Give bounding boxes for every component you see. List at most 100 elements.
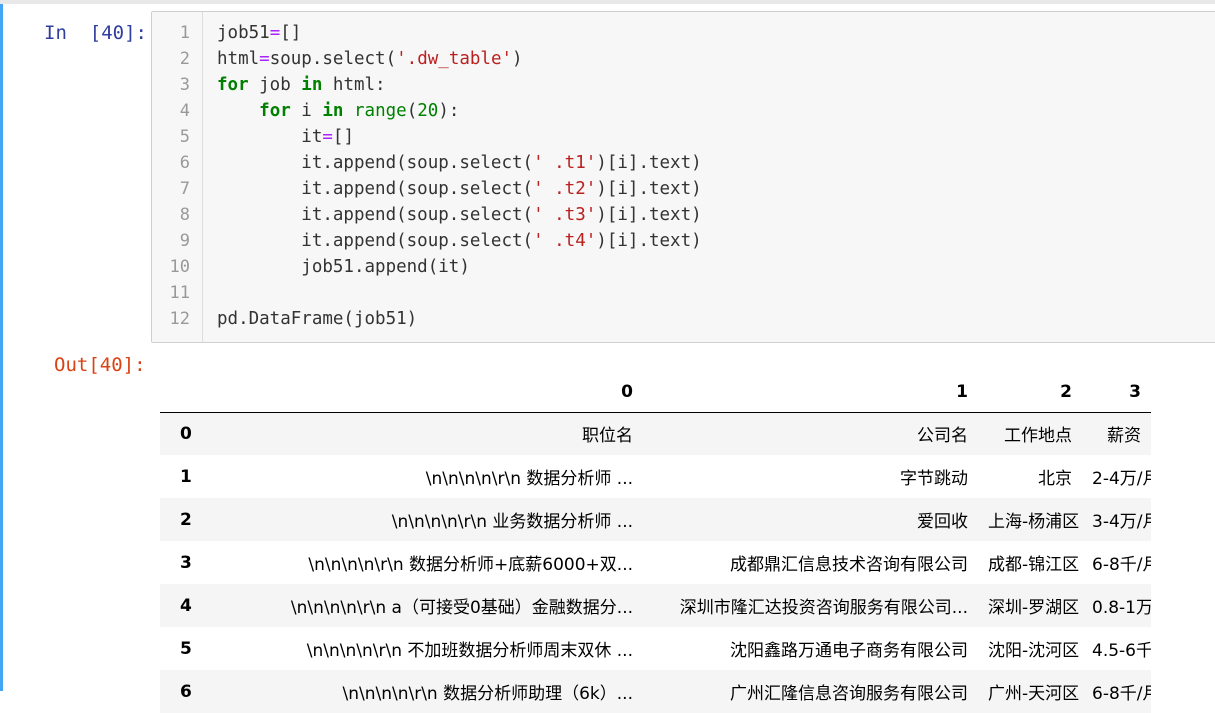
code-token: = xyxy=(269,23,281,43)
line-number: 12 xyxy=(169,309,190,329)
code-line-4: for i in range(20): xyxy=(217,101,459,121)
code-line-12: pd.DataFrame(job51) xyxy=(217,309,418,329)
table-cell: 成都鼎汇信息技术咨询有限公司 xyxy=(730,555,968,575)
table-cell: 工作地点 xyxy=(1004,426,1072,447)
table-cell: \n\n\n\n\r\n 数据分析师+底薪6000+双... xyxy=(308,555,633,575)
column-header: 2 xyxy=(978,372,1082,413)
code-line-3: for job in html: xyxy=(217,75,386,95)
code-token: ): xyxy=(438,101,460,121)
line-number: 6 xyxy=(179,153,190,173)
code-token: job51 xyxy=(217,23,270,43)
code-token: '.dw_table' xyxy=(396,49,513,69)
line-number: 5 xyxy=(179,127,190,147)
table-cell: 0.8-1万/月 xyxy=(1092,598,1151,618)
line-number: 11 xyxy=(169,283,190,303)
table-cell: 爱回收 xyxy=(917,512,968,532)
table-row: 5 \n\n\n\n\r\n 不加班数据分析师周末双休 ... 沈阳鑫路万通电子… xyxy=(160,627,1151,670)
input-prompt: In [40]: xyxy=(44,22,147,44)
line-number: 7 xyxy=(179,179,190,199)
code-token: )[i].text) xyxy=(596,153,702,173)
table-cell: 深圳-罗湖区 xyxy=(988,598,1080,618)
code-token: in xyxy=(301,75,323,95)
code-token: it.append(soup.select( xyxy=(217,153,534,173)
code-line-1: job51=[] xyxy=(217,23,301,43)
code-token: ' .t3' xyxy=(533,205,597,225)
code-token: it xyxy=(217,127,323,147)
row-index: 5 xyxy=(180,638,192,659)
code-token: = xyxy=(259,49,270,69)
table-cell: \n\n\n\n\r\n 不加班数据分析师周末双休 ... xyxy=(306,641,633,661)
code-token: html: xyxy=(322,75,386,95)
code-token: ( xyxy=(406,101,418,121)
table-cell: 3-4万/月 xyxy=(1092,512,1151,532)
index-header xyxy=(160,372,210,413)
code-line-8: it.append(soup.select(' .t3')[i].text) xyxy=(217,205,701,225)
table-cell: 沈阳-沈河区 xyxy=(988,641,1080,661)
table-row: 3 \n\n\n\n\r\n 数据分析师+底薪6000+双... 成都鼎汇信息技… xyxy=(160,541,1151,584)
code-token: )[i].text) xyxy=(596,179,702,199)
table-cell: 北京 xyxy=(1038,469,1072,489)
table-cell: 广州汇隆信息咨询服务有限公司 xyxy=(730,684,968,704)
line-number: 1 xyxy=(179,23,190,43)
code-token: = xyxy=(322,127,333,147)
column-header: 0 xyxy=(210,372,643,413)
row-index: 6 xyxy=(180,681,192,702)
dataframe-header-row: 0 1 2 3 xyxy=(160,372,1151,413)
code-line-9: it.append(soup.select(' .t4')[i].text) xyxy=(217,231,702,251)
table-cell: 薪资 xyxy=(1107,426,1141,447)
table-cell: 广州-天河区 xyxy=(988,684,1080,704)
line-number: 2 xyxy=(179,49,190,69)
column-header: 1 xyxy=(643,372,978,413)
line-number: 8 xyxy=(179,205,190,225)
dataframe-table: 0 1 2 3 0 职位名 公司名 工作地点 薪资 1 \n\n\n\n\r\n… xyxy=(160,372,1151,713)
table-cell: 上海-杨浦区 xyxy=(988,512,1080,532)
table-row: 1 \n\n\n\n\r\n 数据分析师 ... 字节跳动 北京 2-4万/月 xyxy=(160,455,1151,498)
column-header: 3 xyxy=(1082,372,1151,413)
code-line-7: it.append(soup.select(' .t2')[i].text) xyxy=(217,179,702,199)
code-token: )[i].text) xyxy=(596,231,702,251)
code-token: 20 xyxy=(417,101,439,121)
dataframe-output: 0 1 2 3 0 职位名 公司名 工作地点 薪资 1 \n\n\n\n\r\n… xyxy=(160,372,1151,713)
code-token: it.append(soup.select( xyxy=(217,231,534,251)
code-token: range xyxy=(354,101,407,121)
code-token: [] xyxy=(332,127,354,147)
code-line-2: html=soup.select('.dw_table') xyxy=(217,49,523,69)
row-index: 2 xyxy=(180,509,192,530)
table-cell: 职位名 xyxy=(582,426,633,447)
code-token: [] xyxy=(280,23,302,43)
table-cell: 6-8千/月 xyxy=(1092,684,1151,704)
code-token: soup.select( xyxy=(269,49,397,69)
code-token: ' .t1' xyxy=(533,153,597,173)
code-line-10: job51.append(it) xyxy=(217,257,470,277)
line-number: 9 xyxy=(179,231,190,251)
code-token: html xyxy=(217,49,260,69)
line-number-gutter: 1 2 3 4 5 6 7 8 9 10 11 12 xyxy=(152,12,203,342)
table-row: 4 \n\n\n\n\r\n a（可接受0基础）金融数据分... 深圳市隆汇达投… xyxy=(160,584,1151,627)
table-cell: \n\n\n\n\r\n a（可接受0基础）金融数据分... xyxy=(290,598,633,618)
table-cell: 4.5-6千/月 xyxy=(1092,641,1151,661)
table-cell: \n\n\n\n\r\n 数据分析师助理（6k）... xyxy=(342,684,633,704)
code-cell-input[interactable]: 1 2 3 4 5 6 7 8 9 10 11 12 job51=[] html… xyxy=(151,11,1215,343)
table-cell: 公司名 xyxy=(917,426,968,447)
line-number: 3 xyxy=(179,75,190,95)
table-cell: 字节跳动 xyxy=(900,469,968,489)
row-index: 3 xyxy=(180,552,192,573)
code-token: ' .t4' xyxy=(533,231,597,251)
code-line-6: it.append(soup.select(' .t1')[i].text) xyxy=(217,153,702,173)
notebook-top-border xyxy=(0,0,1215,4)
code-token: it.append(soup.select( xyxy=(217,179,534,199)
line-number: 10 xyxy=(169,257,190,277)
code-token: i xyxy=(290,101,323,121)
row-index: 1 xyxy=(180,466,192,487)
table-cell: 6-8千/月 xyxy=(1092,555,1151,575)
code-token: ) xyxy=(512,49,523,69)
code-token: for xyxy=(259,101,291,121)
code-token: it.append(soup.select( xyxy=(217,205,534,225)
code-line-5: it=[] xyxy=(217,127,354,147)
table-row: 6 \n\n\n\n\r\n 数据分析师助理（6k）... 广州汇隆信息咨询服务… xyxy=(160,670,1151,713)
code-token: ' .t2' xyxy=(533,179,597,199)
output-prompt: Out[40]: xyxy=(54,354,146,376)
table-cell: 成都-锦江区 xyxy=(988,555,1080,575)
